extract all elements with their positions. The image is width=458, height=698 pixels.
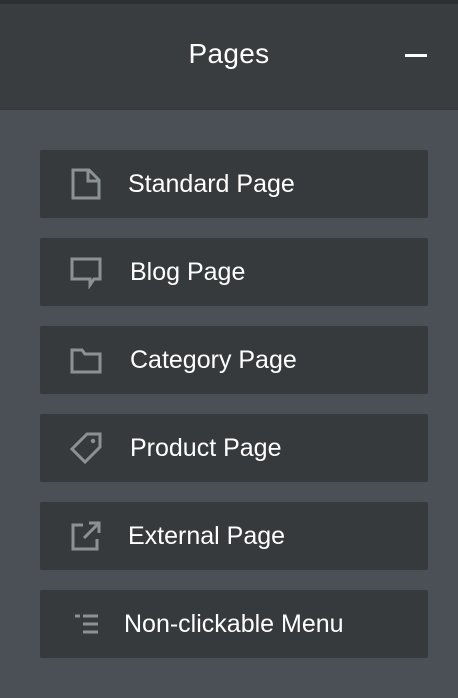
- speech-bubble-icon: [68, 256, 104, 289]
- page-type-label: Standard Page: [128, 170, 295, 198]
- page-type-label: Non-clickable Menu: [124, 610, 344, 638]
- external-link-icon: [68, 520, 104, 552]
- pages-panel-header: Pages: [0, 4, 458, 110]
- page-type-label: External Page: [128, 522, 286, 550]
- panel-title: Pages: [188, 38, 270, 69]
- tag-icon: [68, 432, 104, 465]
- collapse-button[interactable]: [396, 40, 436, 70]
- folder-icon: [68, 344, 104, 376]
- page-type-product[interactable]: Product Page: [40, 414, 428, 482]
- page-type-category[interactable]: Category Page: [40, 326, 428, 394]
- menu-list-icon: [68, 608, 104, 640]
- page-type-label: Product Page: [130, 434, 282, 462]
- page-type-blog[interactable]: Blog Page: [40, 238, 428, 306]
- minus-icon: [405, 54, 427, 57]
- page-type-external[interactable]: External Page: [40, 502, 428, 570]
- page-type-standard[interactable]: Standard Page: [40, 150, 428, 218]
- page-type-non-clickable-menu[interactable]: Non-clickable Menu: [40, 590, 428, 658]
- page-type-label: Category Page: [130, 346, 297, 374]
- page-type-label: Blog Page: [130, 258, 246, 286]
- document-icon: [68, 168, 104, 200]
- pages-list: Standard Page Blog Page Category Page Pr…: [0, 110, 458, 698]
